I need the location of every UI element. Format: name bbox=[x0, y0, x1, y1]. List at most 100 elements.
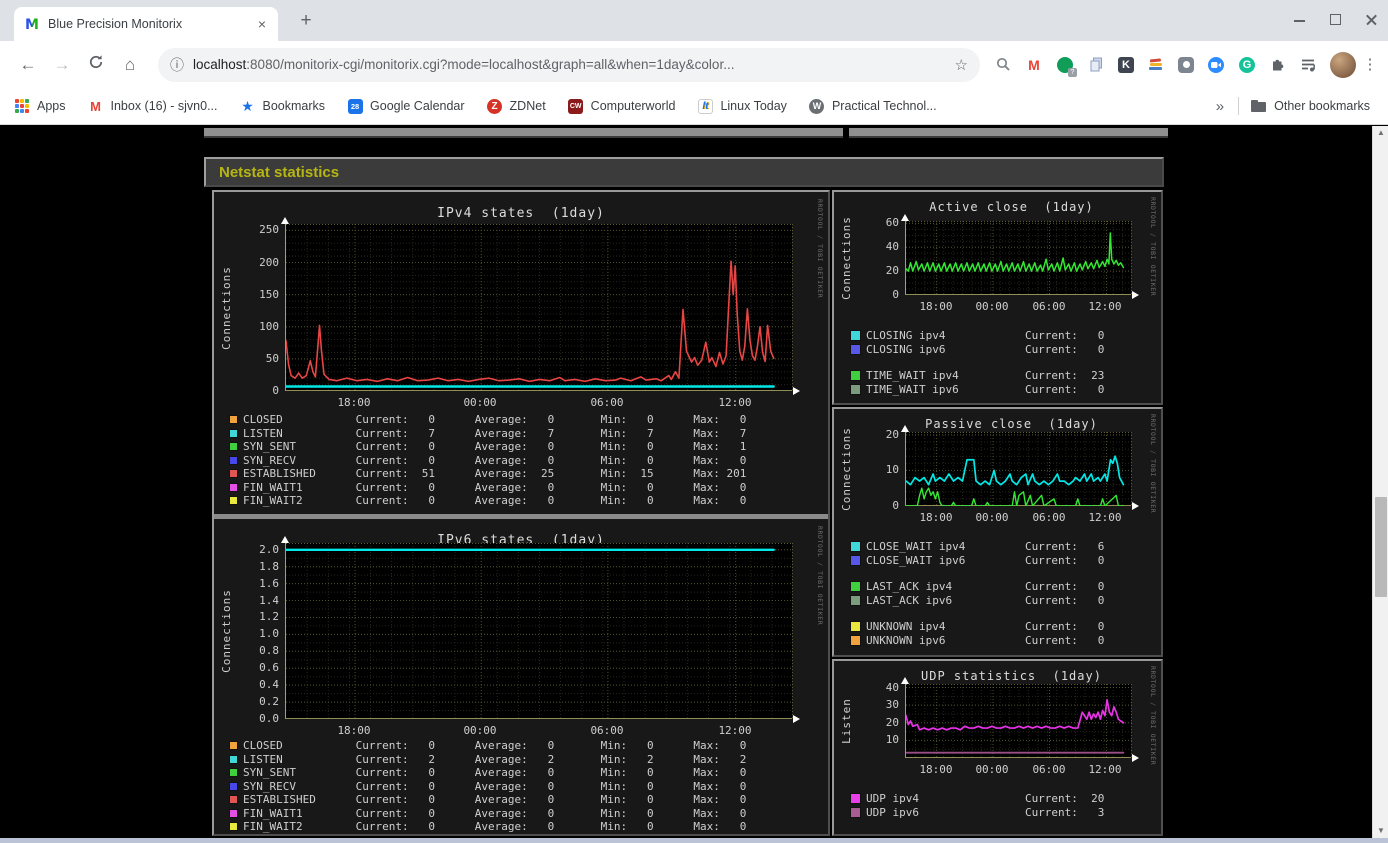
bookmark-google-calendar[interactable]: 28 Google Calendar bbox=[347, 98, 465, 114]
y-tick-label: 10 bbox=[885, 463, 899, 477]
x-tick-label: 12:00 bbox=[1088, 763, 1122, 776]
series-LAST_ACK-ipv4 bbox=[905, 487, 1125, 507]
bookmarks-overflow-chevron[interactable]: » bbox=[1216, 98, 1224, 115]
plot-area bbox=[905, 432, 1132, 507]
bookmark-label: Computerworld bbox=[590, 99, 676, 113]
maximize-button[interactable] bbox=[1330, 14, 1342, 26]
legend-text: FIN_WAIT2 Current: 0 Average: 0 Min: 0 M… bbox=[243, 494, 747, 507]
graph-active-close[interactable]: Active close (1day) Connections RRDTOOL / … bbox=[835, 192, 1160, 403]
legend-swatch bbox=[850, 541, 861, 553]
bookmark-linux-today[interactable]: lt Linux Today bbox=[697, 98, 787, 114]
legend-swatch bbox=[229, 469, 238, 479]
copy-extension-icon[interactable] bbox=[1087, 56, 1105, 74]
gmail-icon: M bbox=[90, 98, 101, 114]
rrdtool-watermark: RRDTOOL / TOBI OETIKER bbox=[816, 526, 824, 626]
browser-window: M Blue Precision Monitorix × + ← → ⌂ ⓘ l… bbox=[0, 0, 1388, 843]
legend-swatch bbox=[229, 808, 238, 818]
legend-row: CLOSED Current: 0 Average: 0 Min: 0 Max:… bbox=[215, 413, 827, 427]
page-scrollbar[interactable]: ▲ ▼ bbox=[1372, 126, 1388, 838]
search-extension-icon[interactable] bbox=[994, 56, 1012, 74]
legend-row: FIN_WAIT2 Current: 0 Average: 0 Min: 0 M… bbox=[215, 494, 827, 508]
back-button[interactable]: ← bbox=[14, 51, 42, 79]
books-extension-icon[interactable] bbox=[1147, 56, 1165, 74]
y-axis-arrow-icon bbox=[281, 536, 289, 543]
x-tick-label: 00:00 bbox=[463, 396, 497, 409]
legend-text: SYN_RECV Current: 0 Average: 0 Min: 0 Ma… bbox=[243, 453, 747, 467]
tab-title: Blue Precision Monitorix bbox=[48, 17, 183, 31]
y-tick-label: 1.2 bbox=[259, 610, 279, 624]
legend-swatch bbox=[850, 621, 861, 633]
graph-ipv4-states[interactable]: IPv4 states (1day) Connections RRDTOOL / T… bbox=[215, 194, 827, 512]
grammarly-extension-icon[interactable]: G bbox=[1238, 56, 1256, 74]
playlist-extension-icon[interactable] bbox=[1300, 56, 1318, 74]
scrollbar-thumb[interactable] bbox=[1375, 497, 1387, 597]
rrdtool-watermark: RRDTOOL / TOBI OETIKER bbox=[1149, 666, 1157, 766]
keeper-extension-icon[interactable]: K bbox=[1118, 56, 1134, 73]
graph-udp-statistics[interactable]: UDP statistics (1day) Listen RRDTOOL / TOB… bbox=[835, 661, 1160, 834]
extensions-puzzle-icon[interactable] bbox=[1269, 56, 1287, 74]
legend-row: CLOSE_WAIT ipv6 Current: 0 bbox=[835, 554, 1160, 568]
legend-swatch bbox=[229, 482, 238, 492]
legend-text: UNKNOWN ipv4 Current: 0 bbox=[866, 620, 1105, 633]
pocket-extension-icon[interactable] bbox=[1178, 56, 1194, 73]
x-tick-label: 06:00 bbox=[590, 396, 624, 409]
site-info-icon[interactable]: ⓘ bbox=[170, 55, 184, 75]
new-tab-button[interactable]: + bbox=[294, 9, 318, 33]
scroll-up-icon[interactable]: ▲ bbox=[1373, 126, 1388, 140]
y-tick-label: 0.6 bbox=[259, 661, 279, 675]
gmail-extension-icon[interactable]: M bbox=[1025, 56, 1043, 74]
wordpress-icon: W bbox=[809, 98, 825, 114]
tab-close-icon[interactable]: × bbox=[254, 16, 270, 32]
y-tick-label: 1.6 bbox=[259, 576, 279, 590]
legend-swatch bbox=[229, 795, 238, 805]
bookmark-inbox[interactable]: M Inbox (16) - sjvn0... bbox=[88, 98, 218, 114]
legend-row: FIN_WAIT1 Current: 0 Average: 0 Min: 0 M… bbox=[215, 807, 827, 821]
other-bookmarks[interactable]: Other bookmarks bbox=[1251, 99, 1370, 113]
legend-row: LAST_ACK ipv6 Current: 0 bbox=[835, 594, 1160, 608]
omnibox[interactable]: ⓘ localhost:8080/monitorix-cgi/monitorix… bbox=[158, 47, 980, 82]
bookmark-computerworld[interactable]: CW Computerworld bbox=[568, 98, 676, 114]
bookmark-star-icon[interactable]: ☆ bbox=[955, 56, 968, 74]
window-controls bbox=[1294, 8, 1378, 32]
series-ESTABLISHED bbox=[285, 260, 775, 383]
legend-text: CLOSING ipv6 Current: 0 bbox=[866, 342, 1105, 356]
voice-extension-icon[interactable]: ? bbox=[1056, 56, 1077, 77]
section-title: Netstat statistics bbox=[219, 163, 340, 181]
legend-row: TIME_WAIT ipv6 Current: 0 bbox=[835, 383, 1160, 397]
x-tick-label: 06:00 bbox=[1032, 763, 1066, 776]
graph-legend: CLOSED Current: 0 Average: 0 Min: 0 Max:… bbox=[215, 739, 827, 834]
star-icon: ★ bbox=[241, 97, 254, 114]
legend-text: FIN_WAIT1 Current: 0 Average: 0 Min: 0 M… bbox=[243, 806, 747, 820]
minimize-button[interactable] bbox=[1294, 14, 1306, 26]
legend-row: UNKNOWN ipv6 Current: 0 bbox=[835, 634, 1160, 648]
bookmark-apps[interactable]: Apps bbox=[14, 98, 66, 114]
browser-tab[interactable]: M Blue Precision Monitorix × bbox=[14, 7, 278, 41]
profile-avatar[interactable] bbox=[1330, 51, 1356, 78]
y-tick-label: 200 bbox=[259, 255, 279, 269]
graph-ipv6-states[interactable]: IPv6 states (1day) Connections RRDTOOL / T… bbox=[215, 521, 827, 835]
bookmark-practical-technology[interactable]: W Practical Technol... bbox=[809, 98, 937, 114]
y-tick-label: 0.0 bbox=[259, 712, 279, 725]
plot-area bbox=[284, 224, 793, 391]
zoom-extension-icon[interactable] bbox=[1207, 56, 1225, 74]
bookmark-zdnet[interactable]: Z ZDNet bbox=[487, 98, 546, 114]
browser-menu-icon[interactable]: ⋮ bbox=[1362, 52, 1378, 78]
reload-button[interactable] bbox=[82, 51, 110, 79]
svg-text:M: M bbox=[25, 17, 39, 32]
x-tick-label: 06:00 bbox=[1032, 511, 1066, 524]
close-button[interactable] bbox=[1366, 14, 1378, 26]
legend-swatch bbox=[229, 428, 238, 438]
legend-text: UDP ipv6 Current: 3 bbox=[866, 805, 1105, 819]
voice-badge: ? bbox=[1068, 67, 1077, 77]
bookmark-label: Inbox (16) - sjvn0... bbox=[110, 99, 218, 113]
legend-swatch bbox=[229, 768, 238, 778]
y-tick-label: 10 bbox=[885, 733, 899, 747]
bookmark-label: Practical Technol... bbox=[831, 99, 937, 113]
graph-passive-close[interactable]: Passive close (1day) Connections RRDTOOL /… bbox=[835, 409, 1160, 655]
home-button[interactable]: ⌂ bbox=[116, 51, 144, 79]
x-tick-label: 12:00 bbox=[1088, 511, 1122, 524]
scroll-down-icon[interactable]: ▼ bbox=[1373, 824, 1388, 838]
forward-button[interactable]: → bbox=[48, 51, 76, 79]
bookmark-bookmarks[interactable]: ★ Bookmarks bbox=[240, 97, 325, 114]
legend-text: SYN_SENT Current: 0 Average: 0 Min: 0 Ma… bbox=[243, 766, 747, 779]
